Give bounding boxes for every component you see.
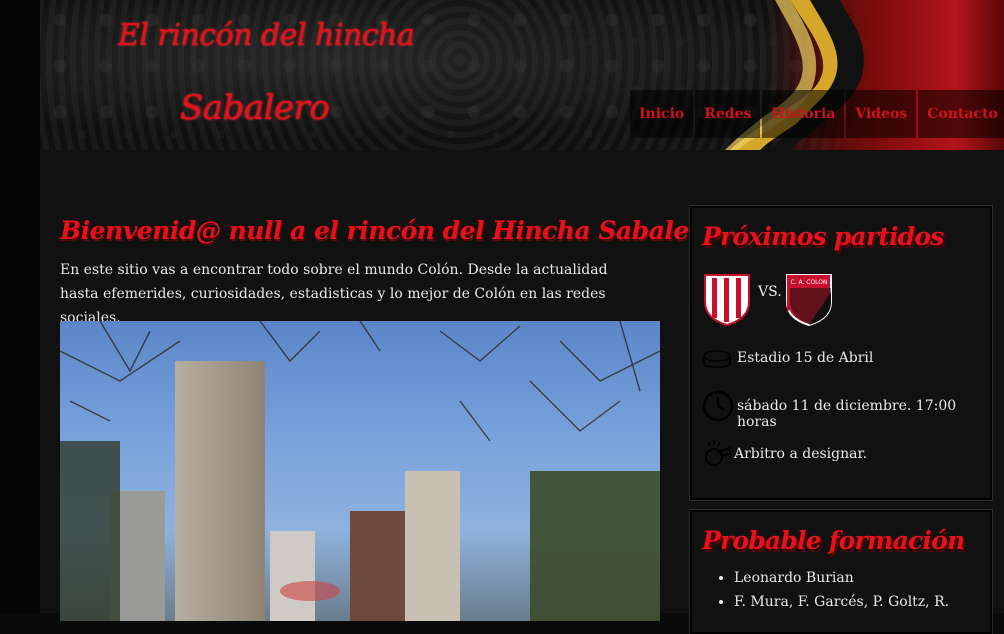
intro-text: En este sitio vas a encontrar todo sobre… — [60, 262, 608, 326]
site-header: El rincón del hincha Sabalero Inicio Red… — [40, 0, 1004, 150]
nav-videos[interactable]: Videos — [846, 90, 917, 138]
referee-info: Arbitro a designar. — [734, 446, 868, 462]
main-nav: Inicio Redes Historia Videos Contacto — [630, 90, 1004, 138]
nav-redes[interactable]: Redes — [695, 90, 761, 138]
nav-contacto[interactable]: Contacto — [918, 90, 1004, 138]
next-matches-panel: Próximos partidos VS. C. A. COLON Estadi… — [689, 205, 993, 501]
tree-branches-graphic — [60, 321, 660, 601]
whistle-icon — [705, 441, 731, 466]
stadium-street-photo — [60, 321, 660, 621]
main-content: Bienvenid@ null a el rincón del Hincha S… — [40, 150, 1004, 634]
site-logo-line1[interactable]: El rincón del hincha — [118, 18, 415, 53]
stadium-name: Estadio 15 de Abril — [737, 350, 874, 366]
lineup-panel: Probable formación Leonardo Burian F. Mu… — [689, 509, 993, 634]
nav-inicio[interactable]: Inicio — [630, 90, 694, 138]
stadium-icon — [703, 350, 731, 368]
colon-crest-icon: C. A. COLON — [786, 274, 832, 326]
next-matches-title: Próximos partidos — [702, 222, 944, 251]
list-item: Leonardo Burian — [734, 566, 949, 590]
union-crest-icon — [704, 274, 750, 326]
vs-label: VS. — [758, 284, 782, 300]
nav-historia[interactable]: Historia — [762, 90, 845, 138]
lineup-list: Leonardo Burian F. Mura, F. Garcés, P. G… — [714, 566, 949, 614]
site-logo-line2[interactable]: Sabalero — [180, 88, 330, 128]
colon-crest-text: C. A. COLON — [790, 279, 827, 286]
welcome-title: Bienvenid@ null a el rincón del Hincha S… — [60, 216, 726, 245]
match-datetime: sábado 11 de diciembre. 17:00 horas — [737, 398, 957, 430]
clock-icon — [702, 390, 734, 422]
left-margin — [0, 0, 40, 613]
list-item: F. Mura, F. Garcés, P. Goltz, R. — [734, 590, 949, 614]
lineup-title: Probable formación — [702, 526, 965, 555]
